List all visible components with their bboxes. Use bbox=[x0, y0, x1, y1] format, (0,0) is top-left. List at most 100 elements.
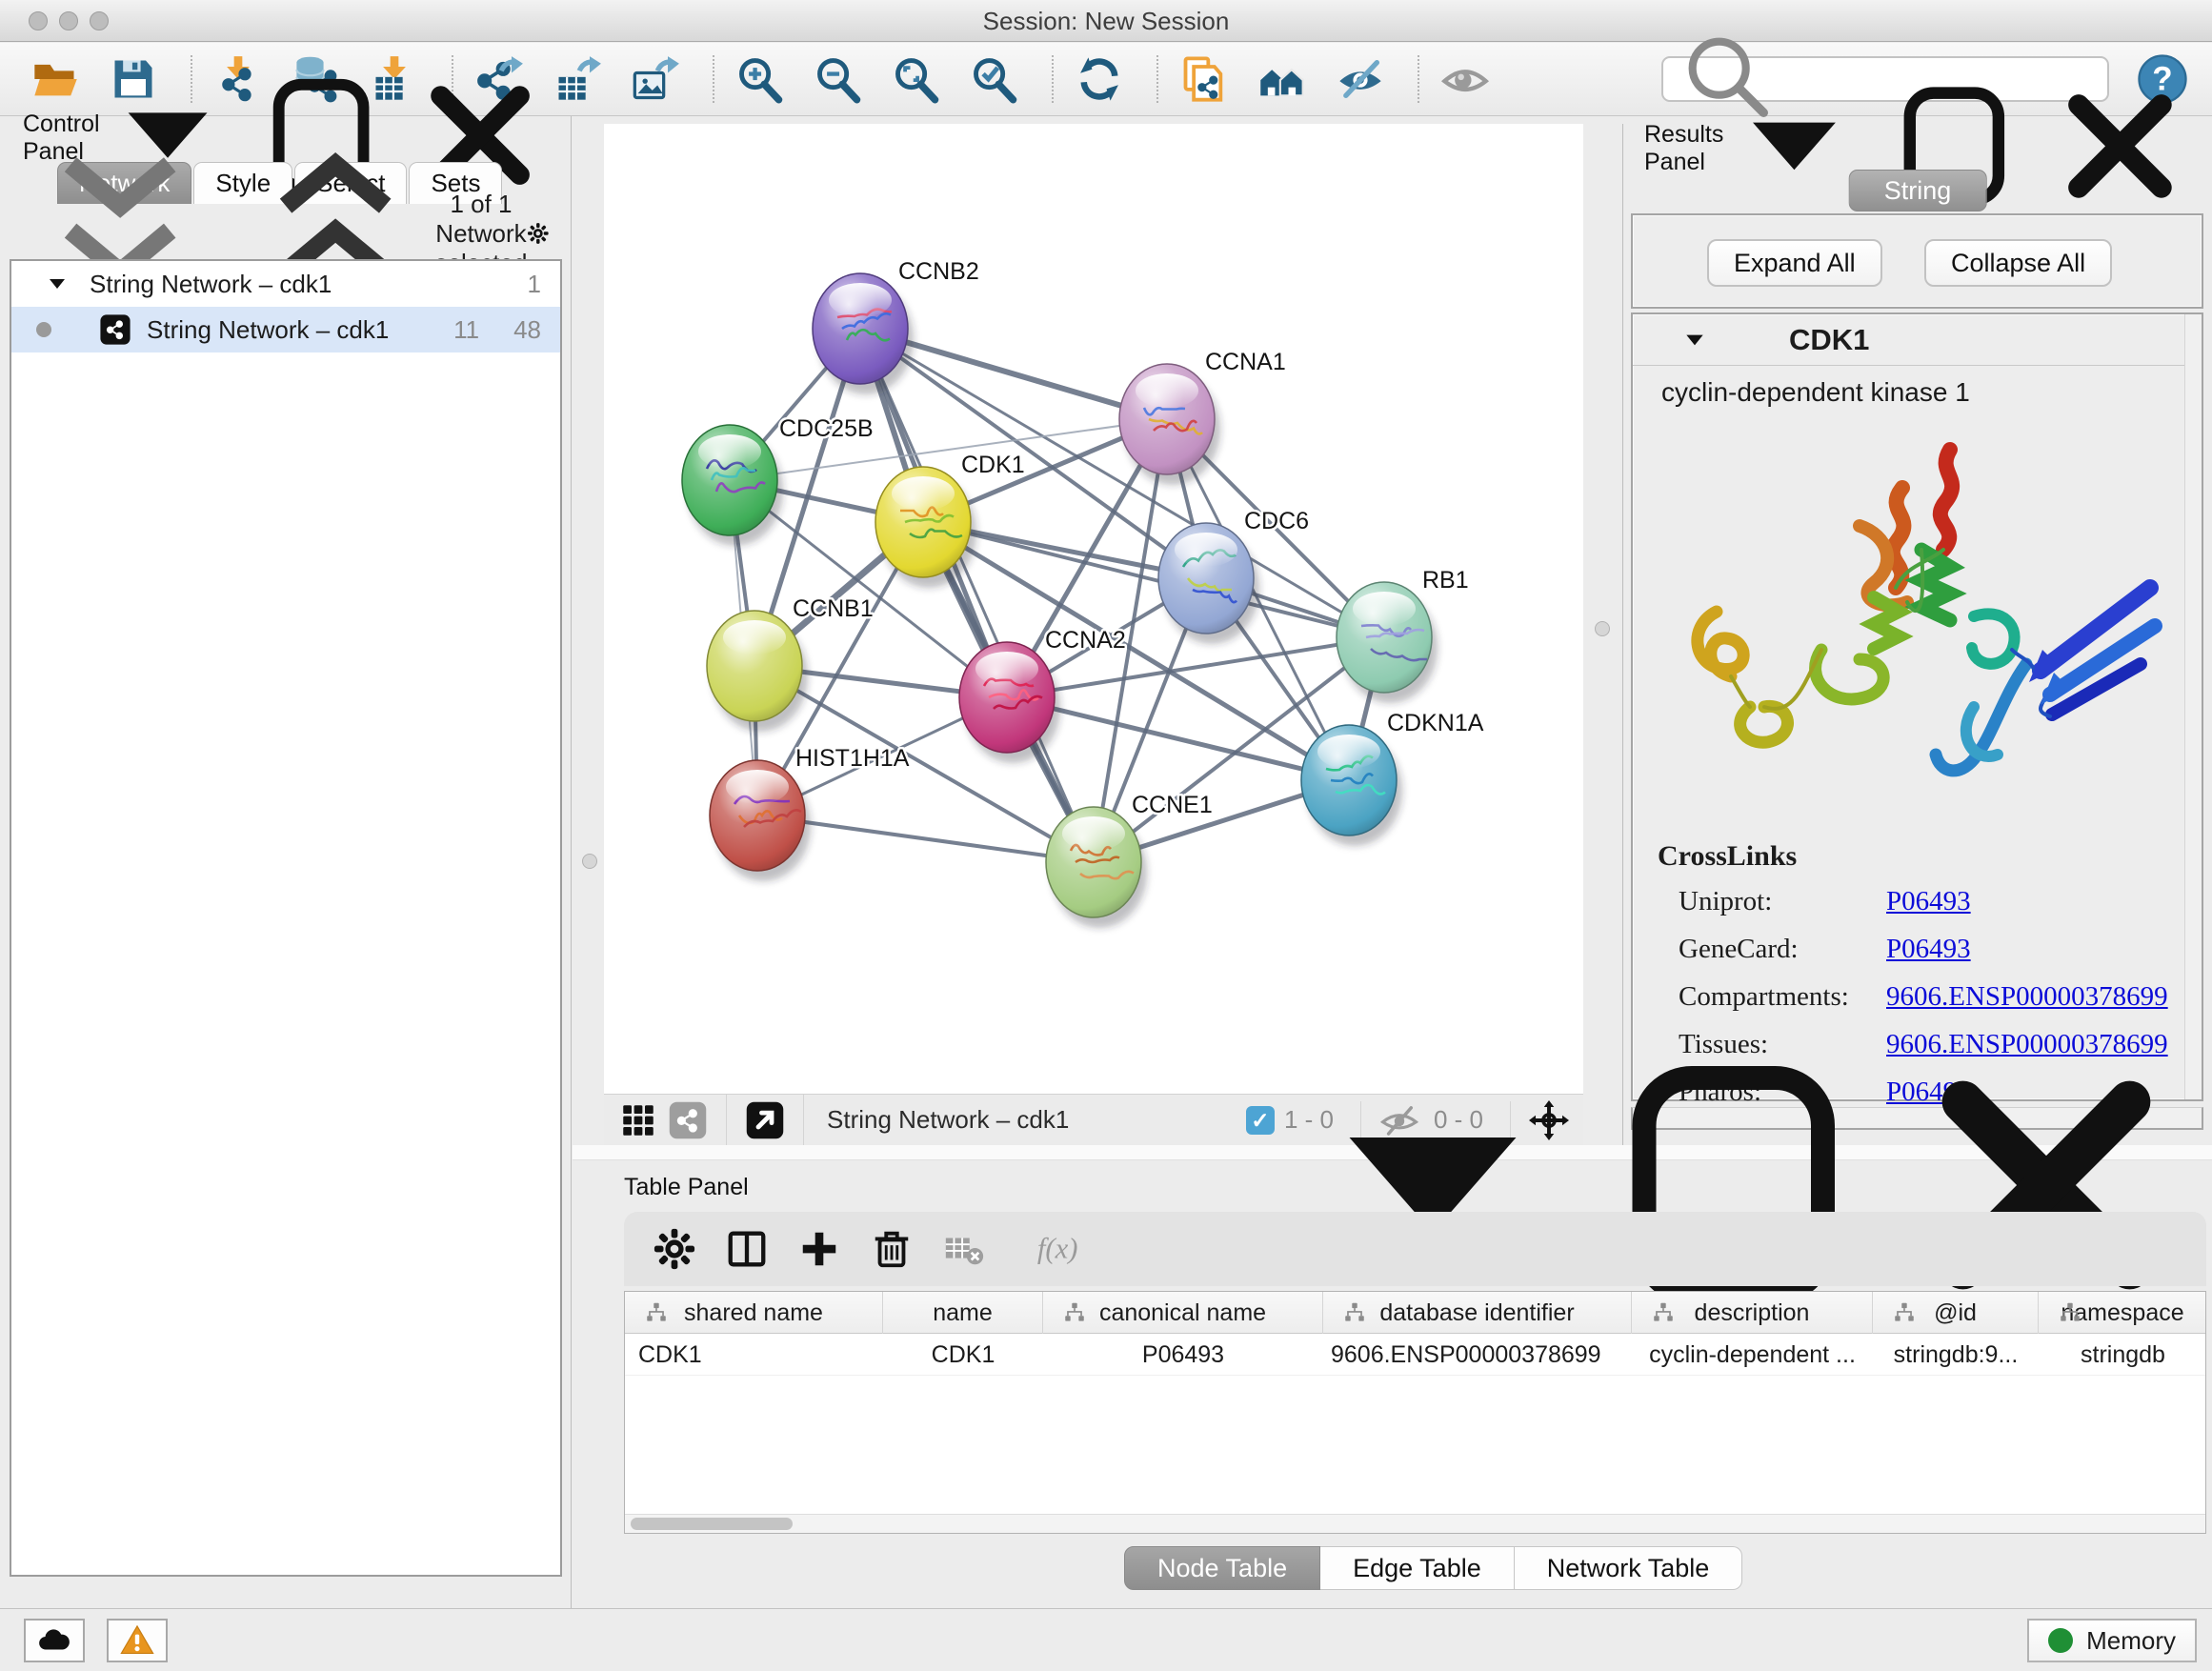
export-image-button[interactable] bbox=[629, 52, 682, 106]
results-menu-icon[interactable] bbox=[1723, 75, 1865, 222]
network-canvas[interactable]: CCNB2CCNA1CDC25BCDK1CDC6RB1CCNB1CCNA2CDK… bbox=[604, 124, 1583, 1094]
toolbar-separator bbox=[713, 55, 714, 103]
network-column-icon bbox=[1641, 1300, 1666, 1325]
grid-view-icon[interactable] bbox=[618, 1100, 658, 1140]
table-row[interactable]: CDK1CDK1P064939606.ENSP00000378699cyclin… bbox=[625, 1334, 2205, 1376]
column-header-canonical-name[interactable]: canonical name bbox=[1043, 1292, 1323, 1334]
column-header-name[interactable]: name bbox=[883, 1292, 1043, 1334]
table-float-icon[interactable] bbox=[1597, 1042, 1882, 1333]
zoom-fit-icon bbox=[892, 54, 941, 104]
node-label-ccnb1: CCNB1 bbox=[793, 595, 874, 622]
column-header-namespace[interactable]: namespace bbox=[2039, 1292, 2206, 1334]
column-label: database identifier bbox=[1379, 1299, 1574, 1327]
refresh-layout-icon bbox=[1075, 54, 1124, 104]
open-file-icon bbox=[30, 54, 80, 104]
open-file-button[interactable] bbox=[29, 52, 82, 106]
node-label-ccne1: CCNE1 bbox=[1132, 792, 1213, 818]
crosslink-compartments-link[interactable]: 9606.ENSP00000378699 bbox=[1886, 981, 2168, 1013]
table-options-gear-icon[interactable] bbox=[653, 1227, 696, 1271]
column-header--id[interactable]: @id bbox=[1873, 1292, 2039, 1334]
left-splitter-handle[interactable] bbox=[582, 854, 597, 869]
table-menu-icon[interactable] bbox=[1290, 1042, 1576, 1333]
memory-label: Memory bbox=[2086, 1626, 2176, 1656]
network-row[interactable]: String Network – cdk1 11 48 bbox=[11, 307, 560, 352]
memory-button[interactable]: Memory bbox=[2027, 1619, 2197, 1662]
show-columns-icon[interactable] bbox=[725, 1227, 769, 1271]
protein-structure-image bbox=[1659, 421, 2174, 831]
node-ccnb2[interactable]: CCNB2 bbox=[813, 258, 979, 394]
cell-4: cyclin-dependent ... bbox=[1632, 1334, 1873, 1376]
current-network-dot bbox=[36, 322, 51, 337]
collapse-all-button[interactable]: Collapse All bbox=[1924, 239, 2112, 287]
node-cdkn1a[interactable]: CDKN1A bbox=[1301, 710, 1484, 846]
entry-expander-icon[interactable] bbox=[1682, 328, 1707, 352]
tab-edge-table[interactable]: Edge Table bbox=[1320, 1546, 1515, 1590]
tab-network-table[interactable]: Network Table bbox=[1515, 1546, 1743, 1590]
table-hscrollbar[interactable] bbox=[625, 1514, 2205, 1533]
expand-all-button[interactable]: Expand All bbox=[1707, 239, 1882, 287]
zoom-in-button[interactable] bbox=[734, 52, 787, 106]
node-ccna1[interactable]: CCNA1 bbox=[1119, 349, 1286, 485]
warnings-button[interactable] bbox=[107, 1619, 168, 1662]
cell-2: P06493 bbox=[1043, 1334, 1323, 1376]
hide-selected-button[interactable] bbox=[1334, 52, 1387, 106]
crosslink-label: Compartments: bbox=[1679, 981, 1886, 1013]
tab-string[interactable]: String bbox=[1849, 170, 1987, 211]
table-close-icon[interactable] bbox=[1903, 1042, 2189, 1333]
hide-selected-icon bbox=[1336, 54, 1385, 104]
entry-header[interactable]: CDK1 bbox=[1633, 314, 2184, 366]
column-header-shared-name[interactable]: shared name bbox=[625, 1292, 883, 1334]
delete-table-icon bbox=[942, 1227, 986, 1271]
node-cdc6[interactable]: CDC6 bbox=[1158, 508, 1309, 644]
node-label-rb1: RB1 bbox=[1422, 567, 1469, 594]
network-edge-count: 48 bbox=[513, 315, 541, 345]
entry-description: cyclin-dependent kinase 1 bbox=[1661, 377, 1970, 408]
zoom-selected-button[interactable] bbox=[968, 52, 1021, 106]
tab-node-table[interactable]: Node Table bbox=[1124, 1546, 1320, 1590]
column-label: canonical name bbox=[1099, 1299, 1266, 1327]
cell-0: CDK1 bbox=[625, 1334, 883, 1376]
results-close-icon[interactable] bbox=[2049, 75, 2191, 222]
detach-view-icon[interactable] bbox=[745, 1100, 785, 1140]
node-ccnb1[interactable]: CCNB1 bbox=[707, 595, 874, 732]
clone-network-icon bbox=[1179, 54, 1229, 104]
network-view-title: String Network – cdk1 bbox=[827, 1105, 1069, 1135]
results-actions-box: Expand All Collapse All bbox=[1631, 213, 2203, 309]
network-collection-row[interactable]: String Network – cdk1 1 bbox=[11, 261, 560, 307]
show-all-icon bbox=[1440, 54, 1490, 104]
warning-icon bbox=[119, 1622, 155, 1659]
collection-count: 1 bbox=[528, 270, 541, 299]
add-column-icon[interactable] bbox=[797, 1227, 841, 1271]
delete-column-icon[interactable] bbox=[870, 1227, 914, 1271]
right-splitter-handle[interactable] bbox=[1595, 621, 1610, 636]
refresh-layout-button[interactable] bbox=[1073, 52, 1126, 106]
results-scrollbar[interactable] bbox=[2184, 314, 2202, 1099]
column-header-database-identifier[interactable]: database identifier bbox=[1323, 1292, 1632, 1334]
crosslink-uniprot-link[interactable]: P06493 bbox=[1886, 886, 1971, 917]
network-overview-icon[interactable] bbox=[668, 1100, 708, 1140]
clone-network-button[interactable] bbox=[1177, 52, 1231, 106]
export-table-button[interactable] bbox=[551, 52, 604, 106]
column-label: @id bbox=[1934, 1299, 1977, 1327]
node-rb1[interactable]: RB1 bbox=[1337, 567, 1469, 703]
column-header-description[interactable]: description bbox=[1632, 1292, 1873, 1334]
table-tabs: Node Table Edge Table Network Table bbox=[1124, 1546, 1742, 1590]
node-label-ccna2: CCNA2 bbox=[1045, 627, 1126, 654]
node-hist1h1a[interactable]: HIST1H1A bbox=[710, 745, 910, 881]
crosslink-genecard-link[interactable]: P06493 bbox=[1886, 934, 1971, 965]
collection-expander-icon[interactable] bbox=[46, 272, 69, 295]
zoom-selected-icon bbox=[970, 54, 1019, 104]
results-panel-title: Results Panel bbox=[1644, 121, 1723, 176]
entry-name: CDK1 bbox=[1789, 323, 1869, 357]
zoom-out-button[interactable] bbox=[812, 52, 865, 106]
network-node-count: 11 bbox=[453, 315, 479, 345]
selected-checkbox[interactable]: ✓ bbox=[1246, 1106, 1275, 1135]
node-cdc25b[interactable]: CDC25B bbox=[682, 415, 874, 546]
cytoscape-window: Session: New Session ? Control Panel Net… bbox=[0, 0, 2212, 1671]
network-options-gear-icon[interactable] bbox=[527, 217, 550, 250]
first-neighbors-button[interactable] bbox=[1256, 52, 1309, 106]
zoom-fit-button[interactable] bbox=[890, 52, 943, 106]
network-tree: String Network – cdk1 1 String Network –… bbox=[10, 259, 562, 1577]
edge-ccnb2-ccne1[interactable] bbox=[860, 329, 1094, 862]
cloud-status-button[interactable] bbox=[24, 1619, 85, 1662]
